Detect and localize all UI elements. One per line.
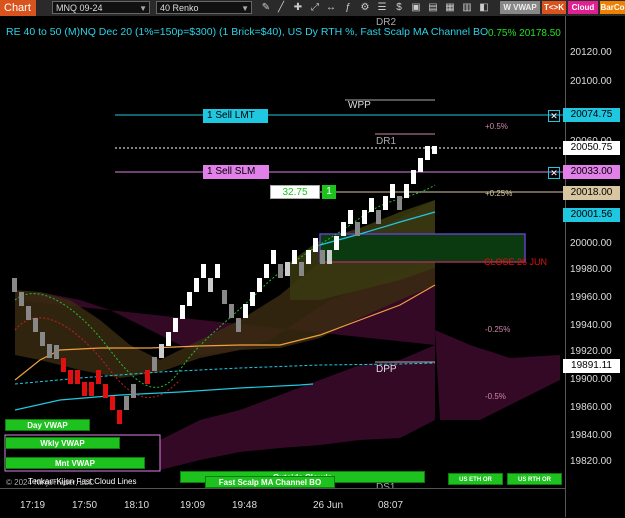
x-tick: 17:19 xyxy=(20,500,46,511)
sell-lmt-price-box: 20074.75 xyxy=(563,108,620,122)
chart-canvas xyxy=(4,99,565,472)
us-eth-or-button[interactable]: US ETH OR xyxy=(448,473,503,485)
footer-cloud-label: Tenkan-Kijun Fast Cloud Lines xyxy=(28,477,137,486)
template-icon[interactable]: ☰ xyxy=(376,1,388,14)
y-tick: 20100.00 xyxy=(570,76,612,87)
cloud-button[interactable]: Cloud xyxy=(568,1,598,14)
fast-scalp-button[interactable]: Fast Scalp MA Channel BO xyxy=(205,476,335,488)
dr2-label: DR2 xyxy=(376,17,397,28)
x-tick: 17:50 xyxy=(72,500,98,511)
y-tick: 20120.00 xyxy=(570,47,612,58)
chart-title: RE 40 to 50 (M)NQ Dec 20 (1%=150p=$300) … xyxy=(6,26,489,38)
day-vwap-button[interactable]: Day VWAP xyxy=(5,419,90,431)
x-tick: 19:09 xyxy=(180,500,206,511)
tk-button[interactable]: T<>K xyxy=(542,1,566,14)
dpp-label: DPP xyxy=(376,364,397,375)
x-tick: 08:07 xyxy=(378,500,404,511)
fx-icon[interactable]: ƒ xyxy=(342,1,354,14)
last-price-box: 20050.75 xyxy=(563,141,620,155)
y-tick: 19920.00 xyxy=(570,346,612,357)
entry-price-box: 20018.00 xyxy=(563,186,620,200)
pct-plus-05: +0.5% xyxy=(485,122,508,131)
y-tick: 20000.00 xyxy=(570,238,612,249)
chart-tab[interactable]: Chart xyxy=(0,0,36,16)
sell-lmt-order[interactable]: 1 Sell LMT xyxy=(203,109,268,123)
y-tick: 19980.00 xyxy=(570,264,612,275)
x-tick: 26 Jun xyxy=(313,500,344,511)
sell-slm-price-box: 20033.00 xyxy=(563,165,620,179)
barcolor-button[interactable]: BarCo xyxy=(600,1,625,14)
dr1-label: DR1 xyxy=(376,136,397,147)
weekly-vwap-button[interactable]: W VWAP xyxy=(500,1,540,14)
y-tick: 19900.00 xyxy=(570,374,612,385)
line-tool-icon[interactable]: ╱ xyxy=(275,1,287,14)
y-tick: 19820.00 xyxy=(570,456,612,467)
lock-icon[interactable]: ▤ xyxy=(427,1,439,14)
data-box-icon[interactable]: ◧ xyxy=(478,1,490,14)
chevron-down-icon: ▼ xyxy=(139,4,147,13)
properties-icon[interactable]: ▣ xyxy=(410,1,422,14)
vwap-price-box: 20001.56 xyxy=(563,208,620,222)
bars-icon[interactable]: ▥ xyxy=(461,1,473,14)
us-rth-or-button[interactable]: US RTH OR xyxy=(507,473,562,485)
instrument-select[interactable]: MNQ 09-24 ▼ xyxy=(52,1,150,14)
close-order-icon[interactable]: ✕ xyxy=(548,110,560,122)
y-tick: 19860.00 xyxy=(570,402,612,413)
close-label: CLOSE 26 JUN xyxy=(484,257,548,267)
y-tick: 19960.00 xyxy=(570,292,612,303)
draw-tool-icon[interactable]: ✎ xyxy=(260,1,272,14)
close-order-icon[interactable]: ✕ xyxy=(548,167,560,179)
chart-trader-icon[interactable]: $ xyxy=(393,1,405,14)
mnt-vwap-button[interactable]: Mnt VWAP xyxy=(5,457,145,469)
x-tick: 19:48 xyxy=(232,500,258,511)
y-tick: 19840.00 xyxy=(570,430,612,441)
x-tick: 18:10 xyxy=(124,500,150,511)
pan-icon[interactable]: ↔ xyxy=(325,1,337,14)
chart-toolbar: Chart MNQ 09-24 ▼ 40 Renko ▼ ✎ ╱ ✚ ⤢ ↔ ƒ ⚙… xyxy=(0,0,625,17)
position-qty[interactable]: 1 xyxy=(322,185,336,199)
period-select[interactable]: 40 Renko ▼ xyxy=(156,1,252,14)
zoom-icon[interactable]: ⤢ xyxy=(309,1,321,14)
position-price[interactable]: 32.75 xyxy=(270,185,320,199)
y-tick: 19940.00 xyxy=(570,320,612,331)
wpp-label: WPP xyxy=(348,100,371,111)
pct-minus-025: -0.25% xyxy=(485,325,511,334)
strategy-icon[interactable]: ⚙ xyxy=(359,1,371,14)
grid-icon[interactable]: ▦ xyxy=(444,1,456,14)
chevron-down-icon: ▼ xyxy=(241,4,249,13)
sell-slm-order[interactable]: 1 Sell SLM xyxy=(203,165,269,179)
wkly-vwap-button[interactable]: Wkly VWAP xyxy=(5,437,120,449)
lower-cloud-right xyxy=(435,330,560,420)
dpp-price-box: 19891.11 xyxy=(563,359,620,373)
top-right-readout: 0.75% 20178.50 xyxy=(488,28,561,39)
pct-minus-05: -0.5% xyxy=(485,392,506,401)
chart-panel[interactable]: RE 40 to 50 (M)NQ Dec 20 (1%=150p=$300) … xyxy=(0,16,565,493)
pct-plus-025: +0.25% xyxy=(485,189,513,198)
crosshair-icon[interactable]: ✚ xyxy=(292,1,304,14)
